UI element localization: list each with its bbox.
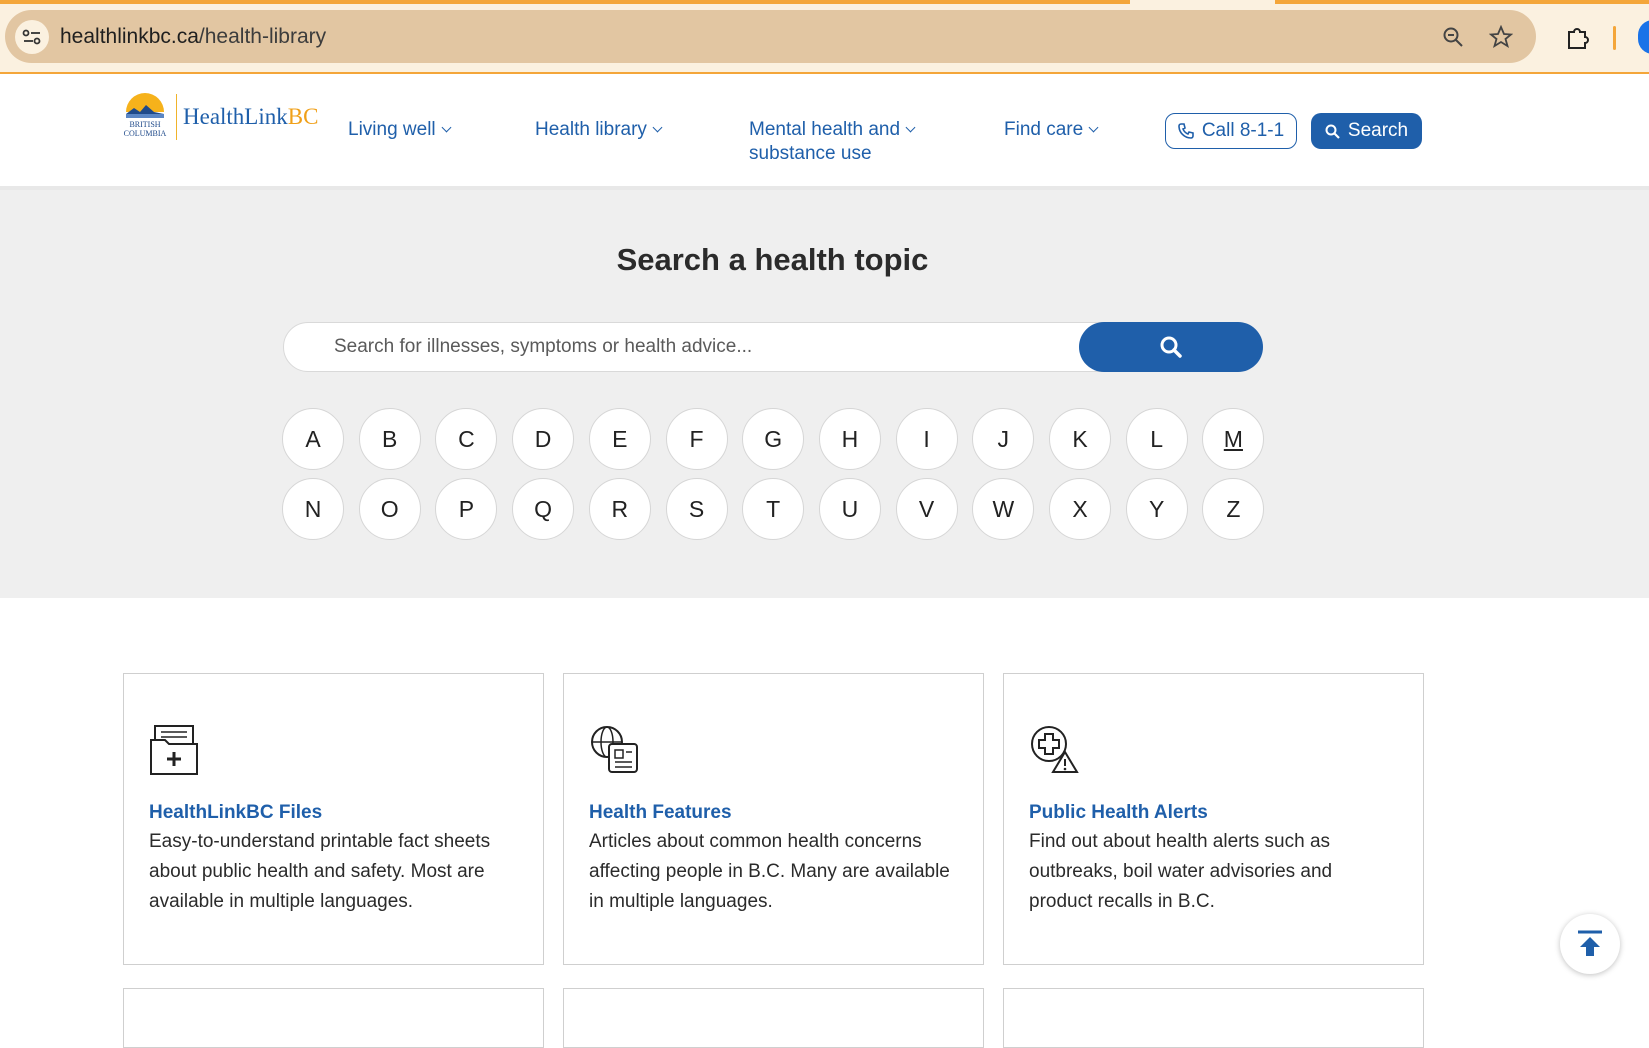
card-health-features[interactable]: Health Features Articles about common he…	[563, 673, 984, 965]
search-section: Search a health topic ABCDEFGHIJKLM NOPQR…	[0, 190, 1649, 598]
letter-u-button[interactable]: U	[818, 478, 881, 540]
zoom-icon[interactable]	[1440, 24, 1466, 50]
health-search-submit-button[interactable]	[1079, 322, 1263, 372]
letter-a-button[interactable]: A	[282, 408, 344, 470]
letter-f-button[interactable]: F	[665, 408, 728, 470]
letter-v-button[interactable]: V	[895, 478, 958, 540]
health-search-input[interactable]	[283, 322, 1103, 372]
header-search-label: Search	[1347, 120, 1409, 141]
letter-m-button[interactable]: M	[1202, 408, 1265, 470]
card-public-health-alerts[interactable]: Public Health Alerts Find out about heal…	[1003, 673, 1424, 965]
extensions-icon[interactable]	[1562, 22, 1592, 52]
letter-i-button[interactable]: I	[895, 408, 958, 470]
card-healthlinkbc-files[interactable]: HealthLinkBC Files Easy-to-understand pr…	[123, 673, 544, 965]
call-811-label: Call 8-1-1	[1201, 120, 1285, 141]
globe-document-icon	[589, 724, 641, 776]
logo-divider	[176, 94, 177, 140]
letter-p-button[interactable]: P	[435, 478, 498, 540]
letter-c-button[interactable]: C	[435, 408, 498, 470]
chevron-down-icon	[1088, 122, 1099, 133]
chevron-down-icon	[441, 122, 452, 133]
letter-h-button[interactable]: H	[818, 408, 881, 470]
chevron-down-icon	[652, 122, 663, 133]
letter-y-button[interactable]: Y	[1125, 478, 1188, 540]
profile-avatar[interactable]	[1638, 20, 1649, 54]
site-info-icon[interactable]	[15, 20, 49, 54]
letter-o-button[interactable]: O	[358, 478, 421, 540]
healthlinkbc-logo[interactable]: BRITISH COLUMBIA HealthLinkBC	[120, 92, 318, 142]
card-description: Articles about common health concerns af…	[589, 831, 950, 912]
nav-living-well[interactable]: Living well	[348, 118, 452, 142]
browser-toolbar: healthlinkbc.ca/health-library	[0, 0, 1649, 74]
card-partial[interactable]	[123, 988, 544, 1048]
phone-icon	[1178, 123, 1194, 139]
logo-wordmark: HealthLinkBC	[183, 104, 319, 129]
letter-d-button[interactable]: D	[512, 408, 575, 470]
page-title: Search a health topic	[616, 242, 929, 277]
letter-r-button[interactable]: R	[588, 478, 651, 540]
url-text[interactable]: healthlinkbc.ca/health-library	[60, 25, 326, 49]
card-description: Find out about health alerts such as out…	[1029, 831, 1333, 912]
site-header: BRITISH COLUMBIA HealthLinkBC Living wel…	[0, 74, 1649, 190]
chevron-down-icon	[905, 122, 916, 133]
card-description: Easy-to-understand printable fact sheets…	[149, 831, 491, 912]
toolbar-separator	[1613, 26, 1616, 50]
letter-g-button[interactable]: G	[742, 408, 805, 470]
letter-n-button[interactable]: N	[282, 478, 344, 540]
nav-health-library[interactable]: Health library	[535, 118, 663, 142]
card-partial[interactable]	[563, 988, 984, 1048]
file-plus-icon	[149, 724, 201, 776]
search-icon	[1325, 124, 1340, 139]
health-search-form	[283, 322, 1263, 372]
letter-l-button[interactable]: L	[1125, 408, 1188, 470]
letter-b-button[interactable]: B	[358, 408, 421, 470]
letter-t-button[interactable]: T	[742, 478, 805, 540]
health-alert-icon	[1029, 724, 1081, 776]
letter-s-button[interactable]: S	[665, 478, 728, 540]
card-partial[interactable]	[1003, 988, 1424, 1048]
header-search-button[interactable]: Search	[1311, 113, 1422, 149]
letter-e-button[interactable]: E	[588, 408, 651, 470]
arrow-up-icon	[1578, 930, 1602, 956]
letter-j-button[interactable]: J	[972, 408, 1035, 470]
loading-bar	[0, 0, 1649, 4]
bc-logo-text: BRITISH COLUMBIA	[123, 120, 167, 138]
nav-find-care[interactable]: Find care	[1004, 118, 1099, 142]
letter-q-button[interactable]: Q	[512, 478, 575, 540]
bc-government-logo-icon: BRITISH COLUMBIA	[120, 92, 170, 142]
letter-z-button[interactable]: Z	[1202, 478, 1265, 540]
nav-mental-health[interactable]: Mental health and substance use	[749, 118, 916, 166]
back-to-top-button[interactable]	[1560, 914, 1620, 974]
bookmark-star-icon[interactable]	[1488, 24, 1514, 50]
address-bar[interactable]: healthlinkbc.ca/health-library	[5, 10, 1536, 63]
search-icon	[1160, 336, 1182, 358]
letter-x-button[interactable]: X	[1049, 478, 1111, 540]
letter-w-button[interactable]: W	[972, 478, 1035, 540]
card-title[interactable]: Health Features	[589, 802, 732, 824]
call-811-button[interactable]: Call 8-1-1	[1165, 113, 1297, 149]
card-title[interactable]: HealthLinkBC Files	[149, 802, 322, 824]
letter-k-button[interactable]: K	[1049, 408, 1111, 470]
card-title[interactable]: Public Health Alerts	[1029, 802, 1208, 824]
